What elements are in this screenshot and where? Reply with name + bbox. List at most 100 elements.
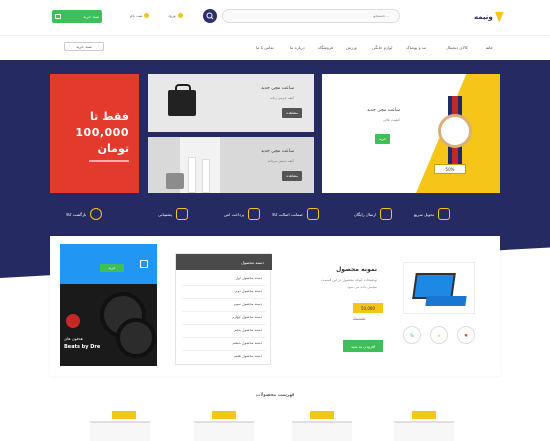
product-label-badge (310, 411, 334, 419)
category-list-header[interactable]: دسته محصول (176, 254, 272, 270)
product-card[interactable] (292, 421, 352, 441)
category-item[interactable]: دسته محصول هفتم (234, 354, 262, 358)
cart-button[interactable]: سبد خرید (52, 10, 102, 23)
nav-item-contact[interactable]: تماس با ما (256, 45, 274, 50)
product-image[interactable] (403, 262, 475, 314)
promo-bag-card[interactable]: ساعت مچی جدید کیف چرمی زنانه مشاهده (148, 74, 314, 132)
nav-item-fashion[interactable]: مد و پوشاک (406, 45, 426, 50)
nav-cart-button[interactable]: سبد خرید (64, 42, 104, 51)
cart-icon (55, 14, 61, 19)
promo-blue-card[interactable]: خرید (60, 244, 157, 284)
promo-shoes-title: ساعت مچی جدید (261, 149, 294, 154)
brand-name: Beats by Dre (64, 344, 101, 350)
login-link[interactable]: ورود (168, 13, 183, 18)
promo-watch-title: ساعت مچی جدید (367, 108, 400, 113)
watch-price-badge: 50% (434, 164, 466, 174)
feature-label: پشتیبانی (158, 211, 172, 217)
promo-watch-card[interactable]: 50% ساعت مچی جدید کیفیت عالی خرید (322, 74, 500, 193)
divider (182, 350, 266, 351)
category-item[interactable]: دسته محصول دوم (235, 289, 262, 293)
search-button[interactable] (203, 9, 217, 23)
feature-support: پشتیبانی (158, 208, 188, 220)
card-icon (248, 208, 261, 220)
feature-label: ضمانت اصالت کالا (272, 211, 303, 217)
promo-red-underline (89, 160, 129, 162)
search-input[interactable]: جستجو... (222, 9, 400, 23)
promo-bag-button[interactable]: مشاهده (282, 108, 302, 118)
headset-icon (175, 208, 188, 220)
watch-face (438, 114, 472, 148)
search-placeholder: جستجو... (373, 13, 389, 18)
divider (182, 337, 266, 338)
model-leg-left (188, 157, 196, 193)
promo-shoes-button[interactable]: مشاهده (282, 171, 302, 181)
product-price: 50,000 (353, 303, 383, 313)
nav-item-shop[interactable]: فروشگاه (318, 45, 333, 50)
feature-authentic: ضمانت اصالت کالا (272, 208, 319, 220)
product-desc-line2: نمایش داده می شود (347, 285, 377, 289)
category-item[interactable]: دسته محصول پنجم (234, 328, 262, 332)
promo-watch-button[interactable]: خرید (375, 134, 390, 144)
tablet-keyboard (425, 296, 467, 306)
feature-label: ارسال رایگان (354, 211, 377, 217)
nav-item-digital[interactable]: کالای دیجیتال (446, 45, 468, 50)
nav-item-about[interactable]: درباره ما (290, 45, 305, 50)
site-logo[interactable]: ونیمه (474, 10, 504, 24)
feature-return: بازگشت کالا (66, 208, 103, 220)
category-item[interactable]: دسته محصول چهارم (232, 315, 262, 319)
handbag-image (168, 84, 196, 116)
promo-bag-subtitle: کیف چرمی زنانه (269, 96, 294, 100)
category-item[interactable]: دسته محصول سوم (234, 302, 262, 306)
promo-bag-title: ساعت مچی جدید (261, 86, 294, 91)
feature-secure-payment: پرداخت امن (224, 208, 261, 220)
top-bar: ونیمه جستجو... ورود ثبت نام سبد خرید (0, 0, 550, 36)
divider (182, 324, 266, 325)
headphones-promo-card[interactable]: هدفون های Beats by Dre (60, 284, 157, 366)
divider (182, 285, 266, 286)
promo-red-card[interactable]: فقط تا 100,000 تومان (50, 74, 139, 193)
category-item[interactable]: دسته محصول اول (236, 276, 262, 280)
login-label: ورود (168, 13, 176, 18)
feature-label: بازگشت کالا (66, 211, 87, 217)
nav-item-sport[interactable]: ورزش (346, 45, 357, 50)
model-leg-right (202, 159, 210, 193)
logo-text: ونیمه (474, 13, 493, 21)
divider (182, 311, 266, 312)
headphones-caption: هدفون های (64, 336, 83, 341)
box-icon (380, 208, 393, 220)
discount-badge: % (403, 326, 421, 344)
add-to-cart-button[interactable]: افزودن به سبد (343, 340, 383, 352)
category-list: دسته محصول دسته محصول اول دسته محصول دوم… (175, 253, 272, 365)
product-card[interactable] (194, 421, 254, 441)
watch-image (438, 96, 472, 166)
product-old-price: 75,000 (353, 317, 366, 321)
promo-shoes-card[interactable]: ساعت مچی جدید کیف دستی مردانه مشاهده (148, 137, 314, 193)
product-title[interactable]: نمونه محصول (336, 266, 377, 273)
product-card[interactable] (90, 421, 150, 441)
search-icon (206, 12, 214, 20)
cart-label: سبد خرید (83, 14, 99, 19)
features-row: تحویل سریع ارسال رایگان ضمانت اصالت کالا… (0, 200, 550, 228)
truck-icon (437, 208, 450, 220)
register-link[interactable]: ثبت نام (130, 13, 150, 18)
nav-item-home[interactable]: خانه (486, 45, 493, 50)
product-label-badge (412, 411, 436, 419)
feature-label: پرداخت امن (224, 211, 245, 217)
feature-fast-delivery: تحویل سریع (414, 208, 450, 220)
promo-red-line2: 100,000 (75, 126, 129, 139)
promo-watch-subtitle: کیفیت عالی (382, 118, 400, 122)
promo-shoes-subtitle: کیف دستی مردانه (267, 159, 294, 163)
plane-icon (140, 260, 148, 268)
category-item[interactable]: دسته محصول ششم (232, 341, 262, 345)
model-image (180, 137, 220, 193)
product-card[interactable] (394, 421, 454, 441)
promo-red-line3: تومان (97, 142, 129, 155)
product-label-badge (212, 411, 236, 419)
divider (182, 298, 266, 299)
logo-mark-icon (494, 11, 504, 23)
wishlist-badge[interactable]: ♥ (457, 326, 475, 344)
nav-item-home-appliances[interactable]: لوازم خانگی (372, 45, 392, 50)
promo-blue-button[interactable]: خرید (100, 264, 124, 272)
feature-free-shipping: ارسال رایگان (354, 208, 393, 220)
promo-red-line1: فقط تا (90, 110, 129, 123)
